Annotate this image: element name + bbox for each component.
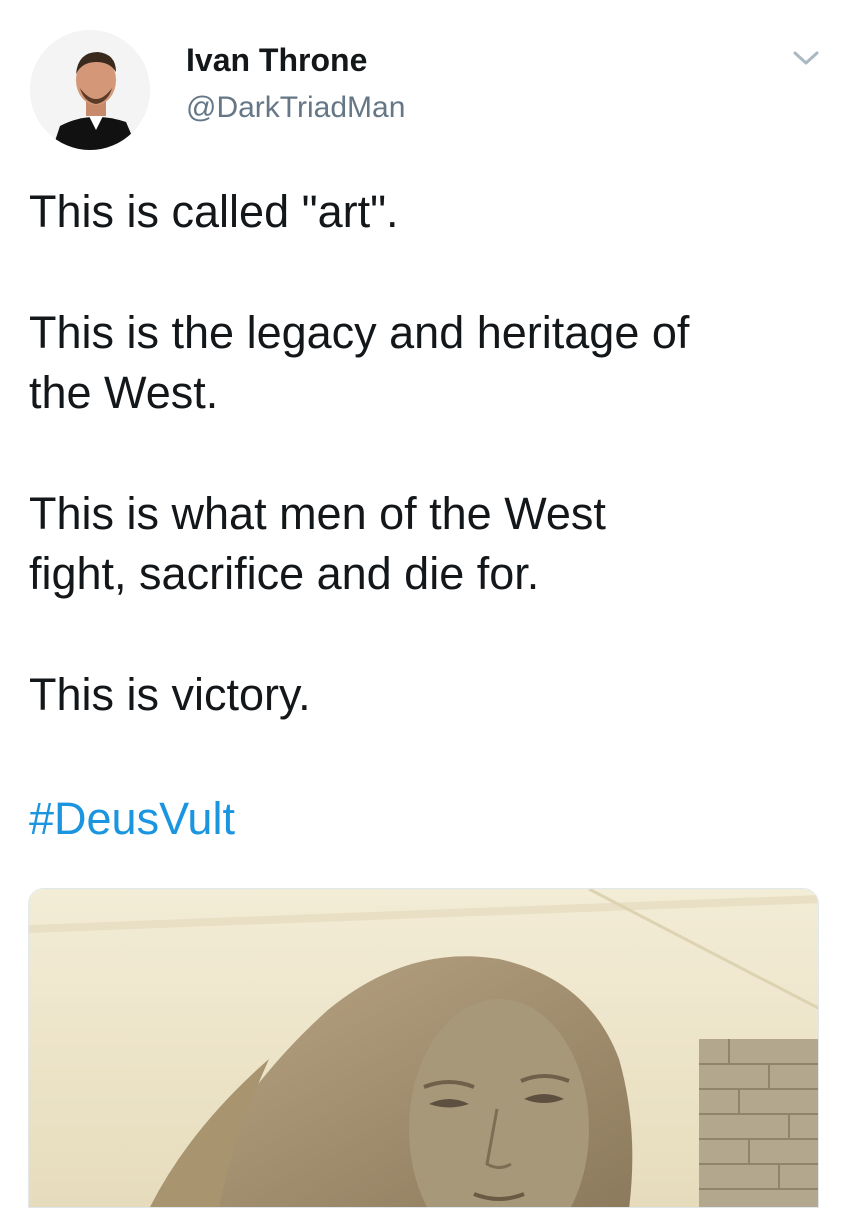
tweet-text-line: This is called "art". <box>29 186 399 237</box>
author-avatar[interactable] <box>30 30 150 150</box>
tweet-text-line: This is the legacy and heritage of <box>29 307 690 358</box>
tweet-text-paragraph: This is the legacy and heritage of the W… <box>29 303 819 423</box>
tweet-text-line: the West. <box>29 367 219 418</box>
author-handle[interactable]: @DarkTriadMan <box>186 91 405 125</box>
tweet-text-paragraph: This is what men of the West fight, sacr… <box>29 484 819 604</box>
tweet-text: This is called "art". This is the legacy… <box>29 182 819 786</box>
author-name[interactable]: Ivan Throne <box>186 42 367 79</box>
avatar-photo-icon <box>30 30 150 150</box>
tweet-menu-button[interactable] <box>786 40 826 76</box>
tweet-card: Ivan Throne @DarkTriadMan This is called… <box>0 0 847 1208</box>
tweet-media-photo[interactable] <box>28 888 819 1208</box>
tweet-text-line: This is what men of the West <box>29 488 606 539</box>
tweet-text-line: fight, sacrifice and die for. <box>29 548 540 599</box>
tweet-text-line: This is victory. <box>29 669 311 720</box>
sculpture-photo <box>29 889 818 1207</box>
hashtag-link[interactable]: #DeusVult <box>29 789 235 849</box>
chevron-down-icon <box>793 51 819 65</box>
